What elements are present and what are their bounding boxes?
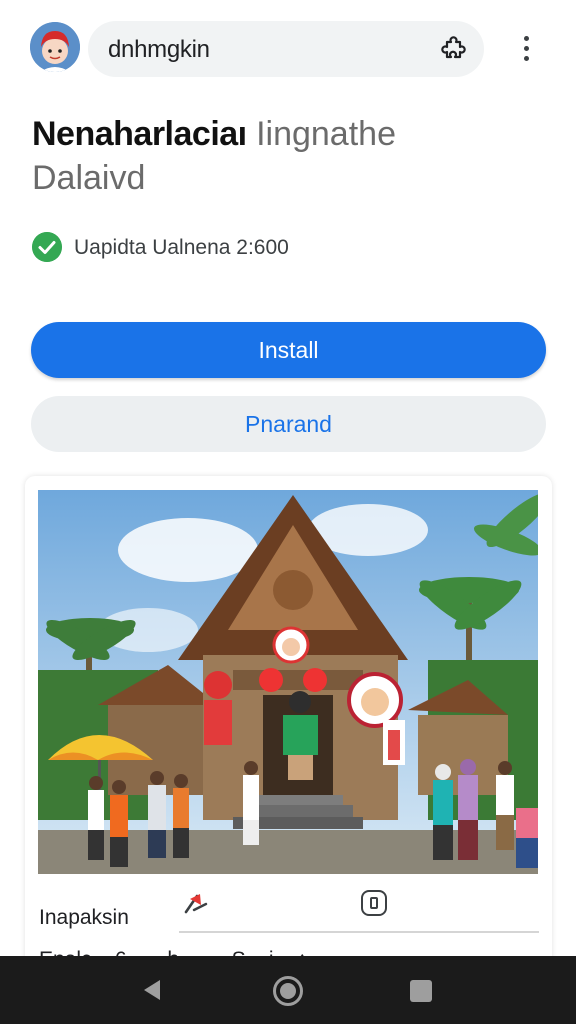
avatar[interactable] <box>30 22 80 72</box>
recent-square-icon[interactable] <box>410 980 432 1002</box>
check-circle-icon <box>32 232 62 262</box>
app-subtitle: Dalaivd <box>32 159 146 197</box>
app-title-bold: Nenaharlaciaı <box>32 115 247 153</box>
house-scene-image <box>38 490 538 874</box>
search-bar[interactable]: dnhmgkin <box>88 21 484 77</box>
system-nav-bar <box>0 956 576 1024</box>
preview-image[interactable] <box>38 490 538 874</box>
card-divider <box>179 931 539 933</box>
home-circle-icon[interactable] <box>273 976 303 1006</box>
search-text[interactable]: dnhmgkin <box>108 36 210 64</box>
top-bar: dnhmgkin <box>0 0 576 100</box>
back-triangle-icon[interactable] <box>140 978 164 1002</box>
install-button[interactable]: Install <box>31 322 546 378</box>
card-label: Inapaksin <box>39 906 129 929</box>
status-text: Uapidta Ualnena 2:600 <box>74 236 289 259</box>
share-arrow-icon[interactable] <box>181 888 211 918</box>
app-title: Nenaharlaciaı Iingnathe <box>32 112 552 156</box>
app-title-light: Iingnathe <box>256 115 396 153</box>
preview-card: Inapaksin Enalc... 6... ...h ... ... S..… <box>25 476 552 976</box>
avatar-icon <box>30 22 80 72</box>
puzzle-icon[interactable] <box>438 35 468 65</box>
more-vert-icon[interactable] <box>518 36 534 64</box>
square-info-icon[interactable] <box>359 888 389 918</box>
secondary-button[interactable]: Pnarand <box>31 396 546 452</box>
